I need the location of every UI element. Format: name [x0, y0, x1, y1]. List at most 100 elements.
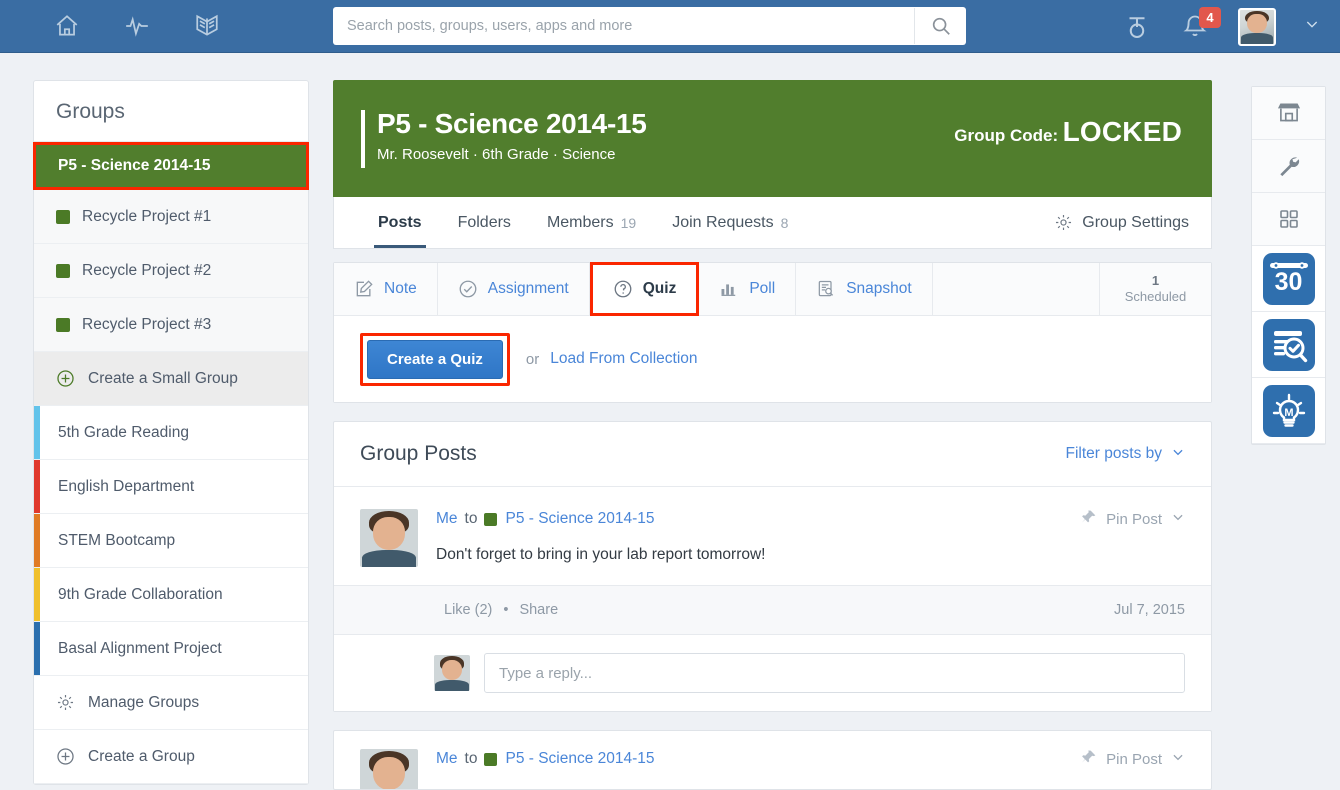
composer-type-note[interactable]: Note: [334, 263, 438, 315]
post-actions-bar: Like (2) • Share Jul 7, 2015: [334, 585, 1211, 635]
pin-post-button[interactable]: Pin Post: [1081, 509, 1185, 529]
calendar-app-icon[interactable]: 30: [1252, 246, 1325, 312]
sidebar-item-active-group[interactable]: P5 - Science 2014-15: [33, 142, 309, 190]
wrench-icon[interactable]: [1252, 140, 1325, 193]
composer-type-assignment[interactable]: Assignment: [438, 263, 590, 315]
post-body: Me to P5 - Science 2014-15 Pin Post: [436, 509, 1185, 567]
tab-posts[interactable]: Posts: [360, 197, 440, 248]
activity-icon[interactable]: [122, 11, 152, 41]
reply-author-avatar: [434, 655, 470, 691]
sidebar-item-9th-grade-collaboration[interactable]: 9th Grade Collaboration: [34, 568, 308, 622]
chevron-down-icon: [1171, 750, 1185, 768]
like-button[interactable]: Like (2): [444, 602, 492, 618]
load-from-collection-link[interactable]: Load From Collection: [550, 350, 697, 368]
bar-chart-icon: [719, 279, 739, 299]
pin-icon: [1081, 749, 1097, 769]
create-group-button[interactable]: Create a Group: [34, 730, 308, 784]
manage-groups-button[interactable]: Manage Groups: [34, 676, 308, 730]
sidebar-item-label: English Department: [58, 477, 195, 495]
composer-type-poll[interactable]: Poll: [699, 263, 797, 315]
group-settings-label: Group Settings: [1082, 213, 1189, 231]
question-circle-icon: [613, 279, 633, 299]
nav-icon-group: [52, 11, 222, 41]
group-posts-panel: Group Posts Filter posts by Me to P5 - S…: [333, 421, 1212, 712]
create-quiz-button[interactable]: Create a Quiz: [367, 339, 503, 379]
sidebar-item-label: 9th Grade Collaboration: [58, 585, 223, 603]
share-button[interactable]: Share: [519, 602, 558, 618]
filter-posts-dropdown[interactable]: Filter posts by: [1066, 445, 1185, 464]
pin-post-label: Pin Post: [1106, 510, 1162, 528]
tab-folders[interactable]: Folders: [440, 197, 529, 248]
scheduled-count: 1: [1151, 272, 1160, 288]
group-tab-bar: Posts Folders Members 19 Join Requests 8…: [333, 197, 1212, 249]
search-bar[interactable]: [333, 7, 966, 45]
post-group-link[interactable]: P5 - Science 2014-15: [505, 750, 654, 768]
tab-label: Join Requests: [672, 213, 774, 231]
plus-circle-icon: [56, 747, 75, 766]
header-accent-line: [361, 110, 365, 168]
create-small-group-button[interactable]: Create a Small Group: [34, 352, 308, 406]
tab-count: 19: [620, 214, 637, 231]
tab-label: Folders: [457, 213, 511, 231]
book-icon[interactable]: [192, 11, 222, 41]
sidebar-item-recycle-project-1[interactable]: Recycle Project #1: [34, 190, 308, 244]
post-meta: Me to P5 - Science 2014-15 Pin Post: [436, 509, 1185, 529]
composer-type-snapshot[interactable]: Snapshot: [796, 263, 933, 315]
search-icon[interactable]: [914, 8, 966, 44]
lightbulb-app-tile: M: [1262, 384, 1315, 437]
pin-post-button[interactable]: Pin Post: [1081, 749, 1185, 769]
sidebar-active-group-label: P5 - Science 2014-15: [58, 157, 211, 174]
composer-type-label: Snapshot: [846, 280, 912, 297]
chevron-down-icon[interactable]: [1304, 16, 1320, 37]
home-icon[interactable]: [52, 11, 82, 41]
note-icon: [354, 279, 374, 299]
composer-type-quiz[interactable]: Quiz: [589, 262, 700, 316]
composer-type-label: Assignment: [487, 280, 569, 297]
post-to-word: to: [464, 750, 478, 767]
right-tool-rail: 30 M: [1251, 86, 1326, 445]
sidebar-item-stem-bootcamp[interactable]: STEM Bootcamp: [34, 514, 308, 568]
svg-text:M: M: [1284, 407, 1293, 419]
post-reply-row: [334, 635, 1211, 711]
sidebar-item-5th-grade-reading[interactable]: 5th Grade Reading: [34, 406, 308, 460]
group-settings-button[interactable]: Group Settings: [1054, 197, 1211, 248]
sidebar-item-recycle-project-3[interactable]: Recycle Project #3: [34, 298, 308, 352]
notifications-bell[interactable]: 4: [1178, 6, 1221, 44]
group-header-banner: P5 - Science 2014-15 Mr. Roosevelt · 6th…: [333, 80, 1212, 197]
lightbulb-m-app-icon[interactable]: M: [1252, 378, 1325, 444]
group-color-bar: [34, 460, 40, 513]
post-meta: Me to P5 - Science 2014-15 Pin Post: [436, 749, 1185, 769]
sidebar-item-label: Recycle Project #1: [82, 207, 212, 225]
search-input[interactable]: [333, 8, 914, 44]
sidebar-item-basal-alignment-project[interactable]: Basal Alignment Project: [34, 622, 308, 676]
sidebar-item-recycle-project-2[interactable]: Recycle Project #2: [34, 244, 308, 298]
post-body: Me to P5 - Science 2014-15 Pin Post: [436, 749, 1185, 789]
reply-input[interactable]: [484, 653, 1185, 693]
apps-grid-icon[interactable]: [1252, 193, 1325, 246]
sidebar-item-label: Recycle Project #3: [82, 315, 212, 333]
post-author-link[interactable]: Me: [436, 510, 458, 528]
quiz-search-app-icon[interactable]: [1252, 312, 1325, 378]
bicycle-icon[interactable]: [1122, 12, 1152, 42]
post-item-partial: Me to P5 - Science 2014-15 Pin Post: [333, 730, 1212, 790]
manage-groups-label: Manage Groups: [88, 693, 200, 711]
tab-join-requests[interactable]: Join Requests 8: [654, 197, 806, 248]
plus-circle-icon: [56, 369, 75, 388]
post-group-link[interactable]: P5 - Science 2014-15: [505, 510, 654, 528]
post-author-avatar: [360, 509, 418, 567]
main-content: P5 - Science 2014-15 Mr. Roosevelt · 6th…: [333, 80, 1212, 790]
group-color-swatch-icon: [56, 209, 70, 224]
post-author-link[interactable]: Me: [436, 750, 458, 768]
sidebar-item-english-department[interactable]: English Department: [34, 460, 308, 514]
post-to-word: to: [464, 510, 478, 527]
calendar-app-tile: 30: [1262, 252, 1315, 305]
sidebar-item-label: Recycle Project #2: [82, 261, 212, 279]
scheduled-posts-indicator[interactable]: 1 Scheduled: [1099, 263, 1211, 315]
check-circle-icon: [458, 279, 478, 299]
tab-members[interactable]: Members 19: [529, 197, 654, 248]
user-avatar[interactable]: [1238, 7, 1276, 46]
post-text: Don't forget to bring in your lab report…: [436, 546, 766, 563]
store-icon[interactable]: [1252, 87, 1325, 140]
group-color-bar: [34, 406, 40, 459]
post-author-avatar: [360, 749, 418, 789]
